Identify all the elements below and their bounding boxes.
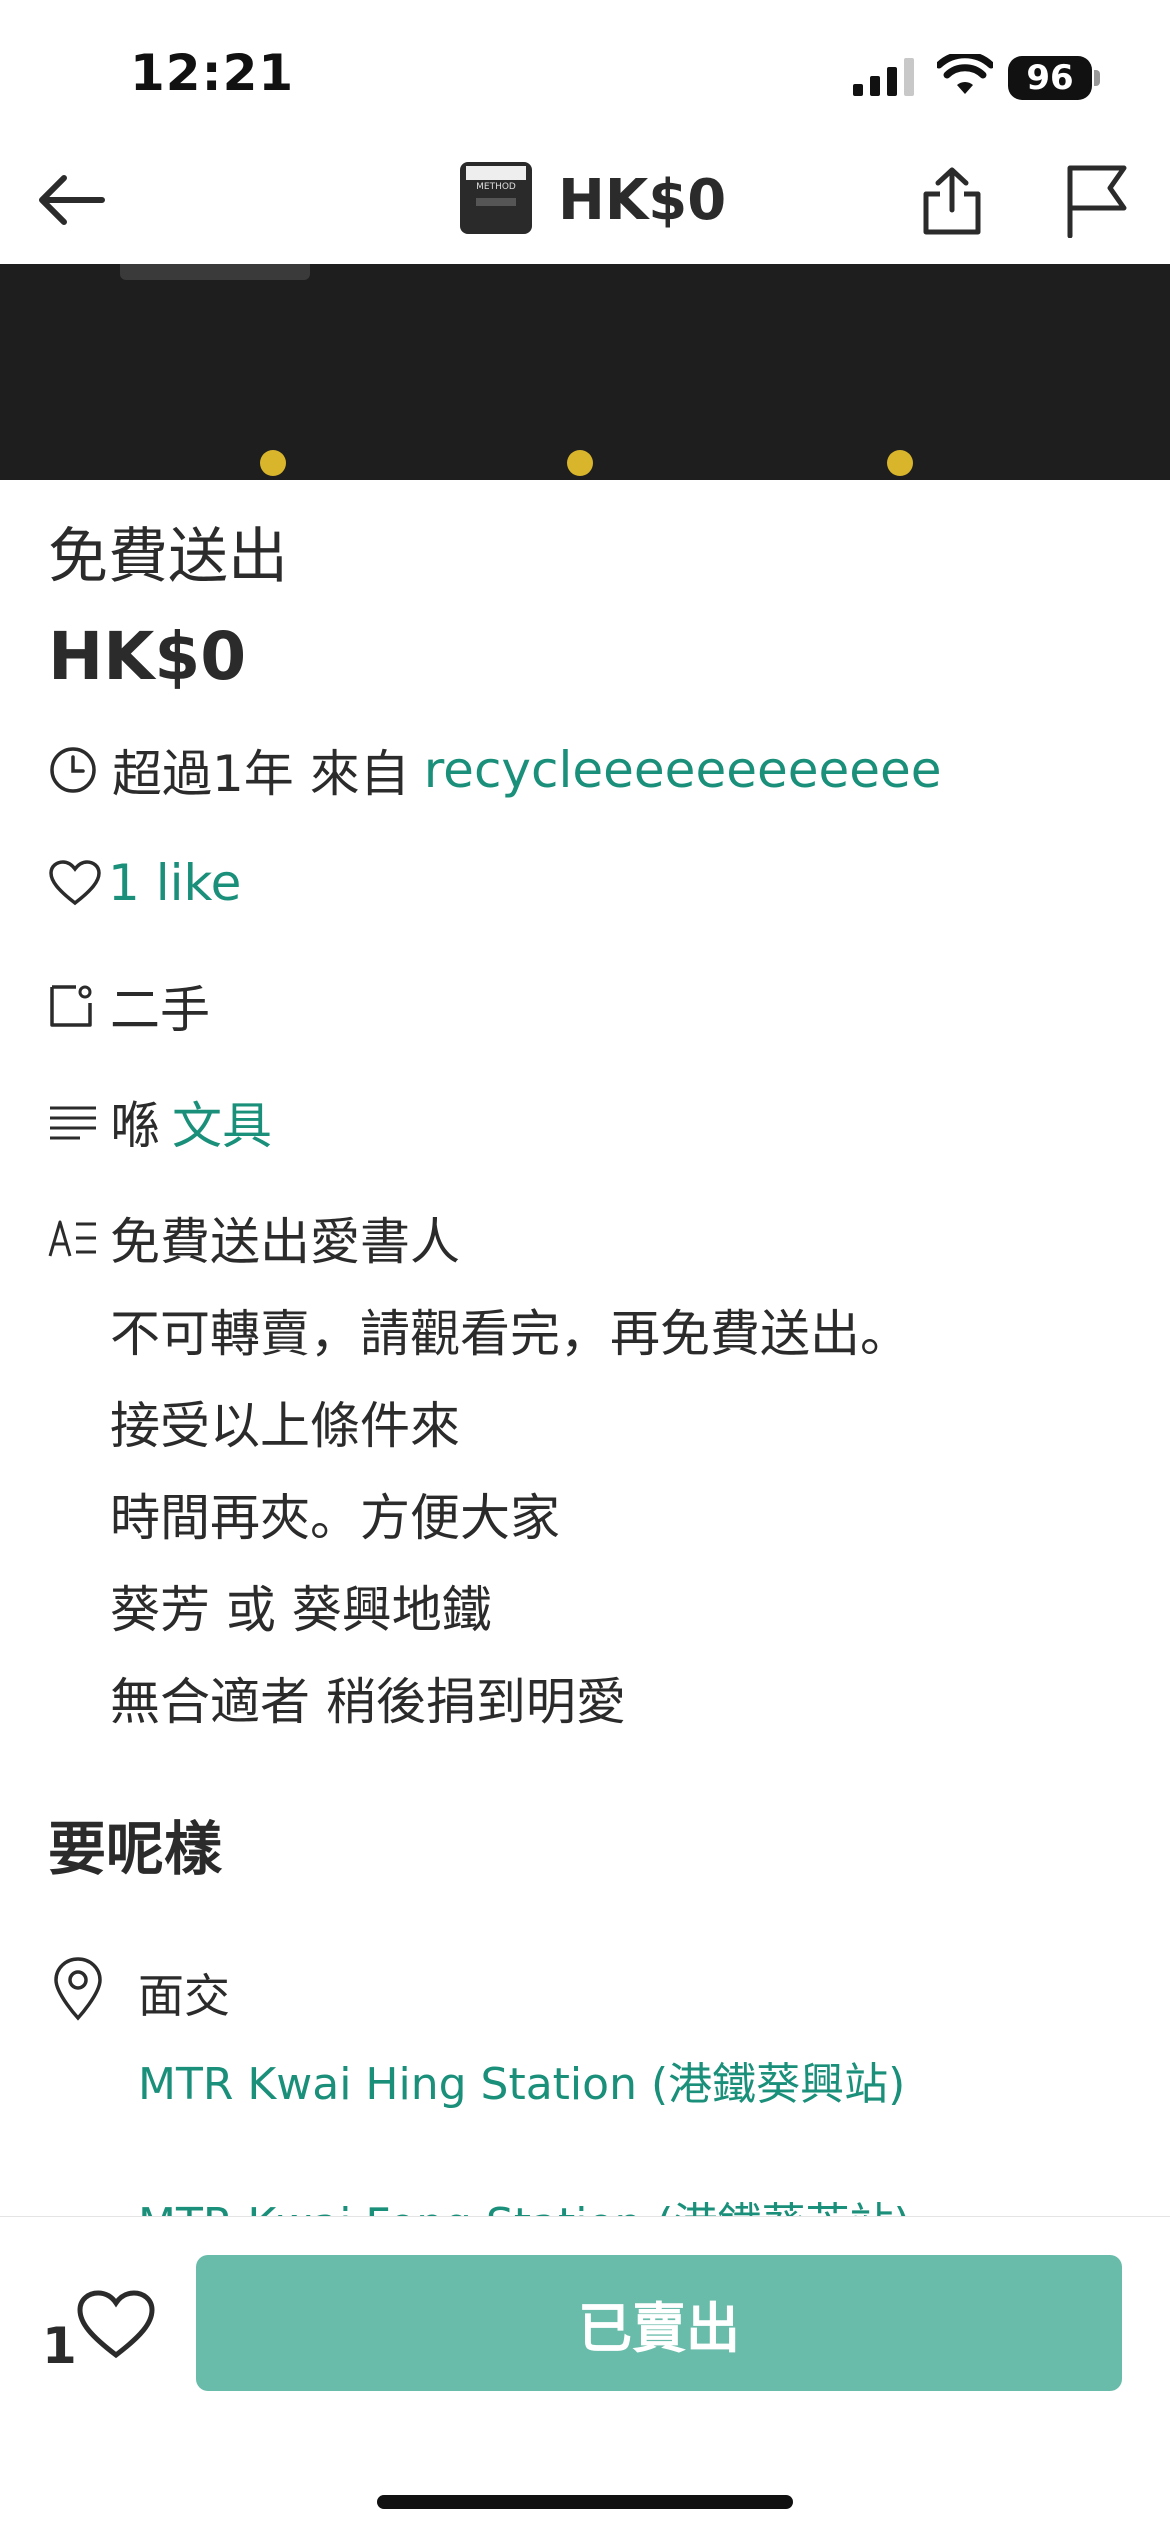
description-line-6: 無合適者 稍後捐到明愛 — [110, 1673, 626, 1731]
heart-icon[interactable] — [48, 859, 102, 907]
wifi-icon — [937, 54, 993, 94]
description-line-1: 免費送出愛書人 — [110, 1213, 460, 1271]
condition-tag-icon — [50, 985, 92, 1027]
header-price: HK$0 — [558, 168, 727, 233]
meetup-method: 面交 — [138, 1969, 230, 2023]
description-text-icon — [48, 1220, 96, 1257]
category-link[interactable]: 文具 — [172, 1086, 272, 1158]
bottom-like-count: 1 — [42, 2317, 77, 2375]
top-navigation-bar: METHOD HK$0 — [0, 130, 1170, 265]
battery-cap — [1094, 70, 1100, 86]
cellular-signal-icon — [853, 58, 914, 96]
listing-title: 免費送出 — [48, 522, 288, 592]
description-line-4: 時間再夾。方便大家 — [110, 1489, 560, 1547]
share-icon[interactable] — [920, 166, 984, 236]
photo-page-dot — [260, 450, 286, 476]
category-row: 喺 文具 — [48, 1086, 272, 1158]
meetup-section-title: 要呢樣 — [48, 1815, 223, 1883]
likes-count-link[interactable]: 1 like — [108, 854, 241, 912]
category-prefix: 喺 — [110, 1097, 160, 1155]
description-line-2: 不可轉賣，請觀看完，再免費送出。 — [110, 1305, 910, 1363]
report-flag-icon[interactable] — [1064, 164, 1130, 238]
battery-indicator: 96 — [1008, 56, 1092, 100]
back-arrow-icon[interactable] — [34, 170, 108, 230]
likes-row: 1 like — [48, 854, 241, 912]
description-row: 免費送出愛書人 — [48, 1202, 460, 1274]
posted-info-row: 超過1年 來自 recycleeeeeeeeeeee — [48, 734, 942, 806]
listing-thumbnail: METHOD — [460, 162, 532, 234]
location-pin-icon — [54, 1957, 102, 2021]
listing-price: HK$0 — [48, 618, 247, 695]
condition-row: 二手 — [48, 970, 210, 1042]
listing-photo[interactable] — [0, 264, 1170, 480]
meetup-location-link[interactable]: MTR Kwai Hing Station (港鐵葵興站) — [138, 2048, 905, 2112]
posted-time: 超過1年 來自 — [112, 745, 410, 803]
status-time: 12:21 — [130, 44, 295, 102]
like-heart-icon[interactable] — [76, 2289, 156, 2361]
thumbnail-caption: METHOD — [476, 182, 516, 192]
seller-link[interactable]: recycleeeeeeeeeeee — [424, 741, 942, 799]
clock-icon — [50, 747, 96, 793]
home-indicator — [377, 2495, 793, 2509]
photo-page-dot — [887, 450, 913, 476]
photo-page-dot — [567, 450, 593, 476]
bottom-action-bar: 1 已賣出 — [0, 2216, 1170, 2533]
description-line-5: 葵芳 或 葵興地鐵 — [110, 1581, 492, 1639]
description-line-3: 接受以上條件來 — [110, 1397, 460, 1455]
category-list-icon — [50, 1106, 96, 1140]
sold-button[interactable]: 已賣出 — [196, 2255, 1122, 2391]
condition-value: 二手 — [110, 981, 210, 1039]
